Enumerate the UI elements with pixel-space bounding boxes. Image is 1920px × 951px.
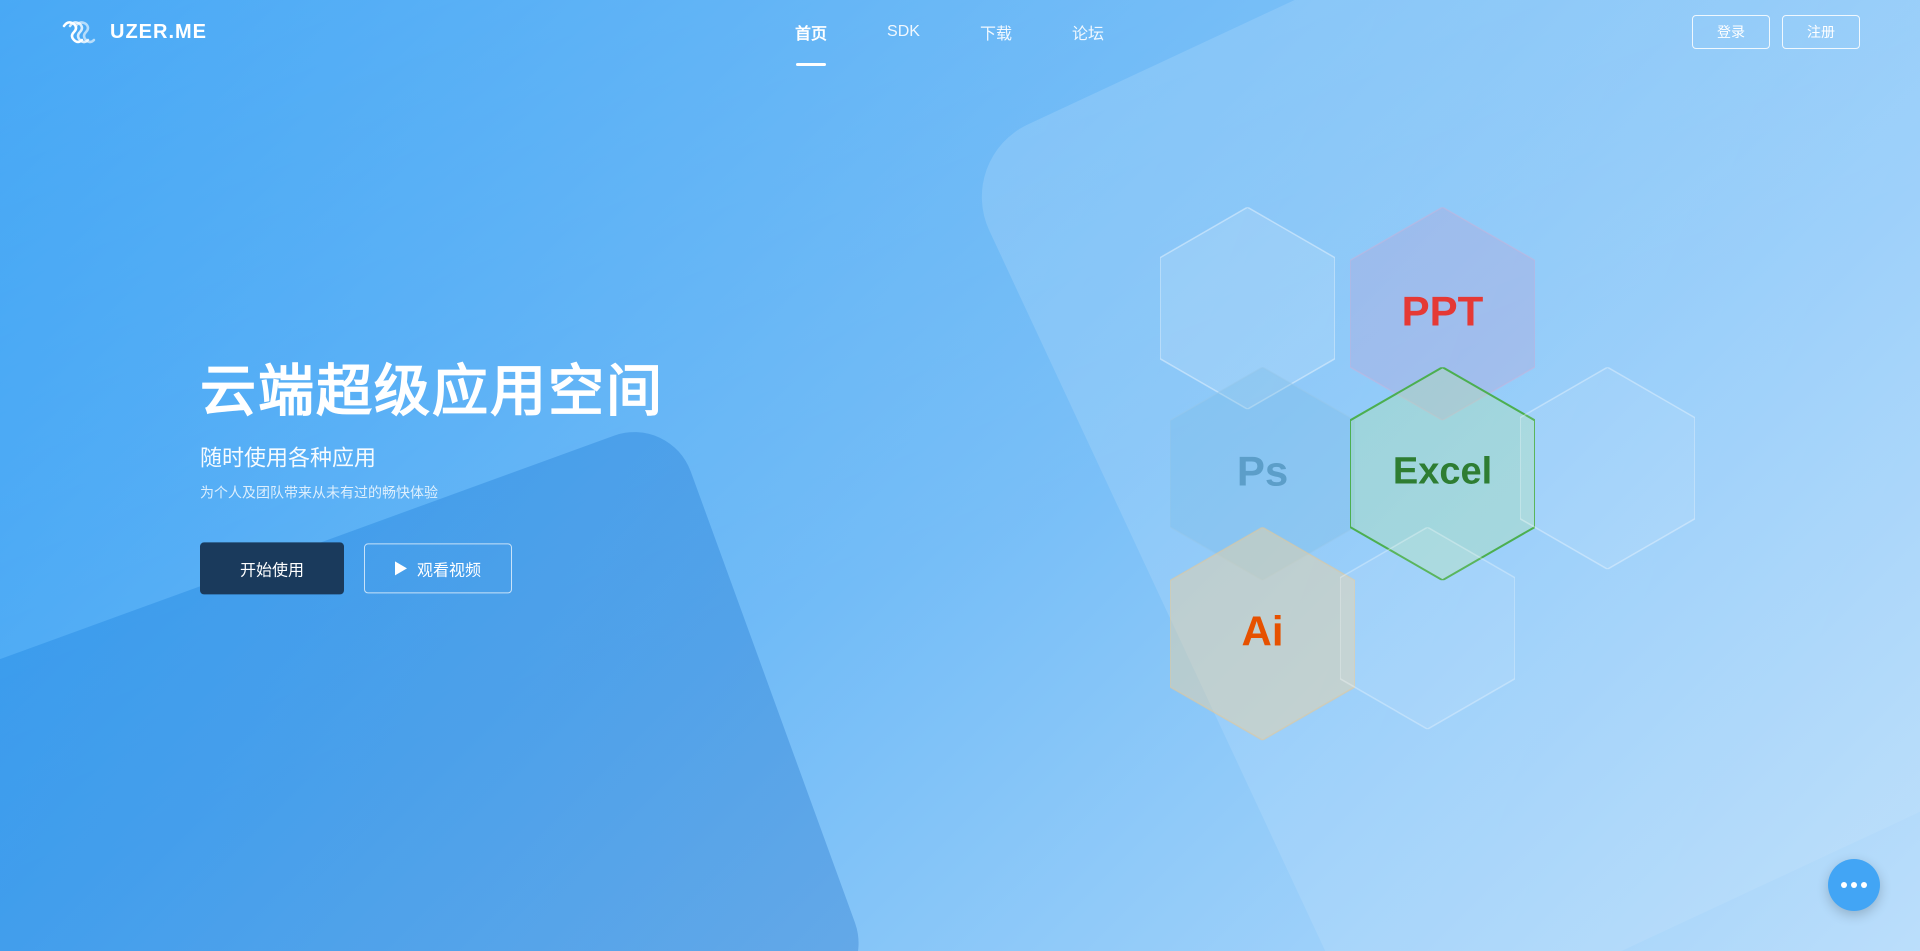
dot-2 bbox=[1851, 882, 1857, 888]
hero-section: UZER.ME 首页 SDK 下载 论坛 登录 注册 云端超级应用空间 随时使用… bbox=[0, 0, 1920, 951]
play-icon bbox=[395, 561, 407, 575]
logo-icon bbox=[60, 18, 100, 46]
chat-dots bbox=[1841, 882, 1867, 888]
excel-label: Excel bbox=[1393, 450, 1492, 493]
hero-buttons: 开始使用 观看视频 bbox=[200, 542, 664, 594]
logo-text: UZER.ME bbox=[110, 21, 207, 44]
nav-item-forum[interactable]: 论坛 bbox=[1072, 20, 1104, 44]
navbar: UZER.ME 首页 SDK 下载 论坛 登录 注册 bbox=[0, 0, 1920, 64]
nav-item-download[interactable]: 下载 bbox=[980, 20, 1012, 44]
hero-title: 云端超级应用空间 bbox=[200, 357, 664, 424]
hero-content: 云端超级应用空间 随时使用各种应用 为个人及团队带来从未有过的畅快体验 开始使用… bbox=[200, 357, 664, 594]
ai-label: Ai bbox=[1242, 607, 1284, 655]
ppt-label: PPT bbox=[1402, 287, 1484, 335]
dot-1 bbox=[1841, 882, 1847, 888]
hex-ai[interactable]: Ai bbox=[1170, 527, 1355, 745]
hex-grid: PPT Ps Excel Ai bbox=[1120, 207, 1740, 767]
register-button[interactable]: 注册 bbox=[1782, 15, 1860, 49]
hero-desc: 为个人及团队带来从未有过的畅快体验 bbox=[200, 482, 664, 502]
ps-label: Ps bbox=[1237, 447, 1288, 495]
nav-item-sdk[interactable]: SDK bbox=[887, 23, 920, 41]
video-button[interactable]: 观看视频 bbox=[364, 543, 512, 593]
start-button[interactable]: 开始使用 bbox=[200, 542, 344, 594]
hex-outline-bottom bbox=[1340, 527, 1515, 734]
nav-links: 首页 SDK 下载 论坛 bbox=[795, 20, 1104, 44]
logo[interactable]: UZER.ME bbox=[60, 18, 207, 46]
hex-outline-right bbox=[1520, 367, 1695, 574]
chat-bubble[interactable] bbox=[1828, 859, 1880, 911]
nav-actions: 登录 注册 bbox=[1692, 15, 1860, 49]
nav-item-home[interactable]: 首页 bbox=[795, 20, 827, 44]
login-button[interactable]: 登录 bbox=[1692, 15, 1770, 49]
dot-3 bbox=[1861, 882, 1867, 888]
hero-subtitle: 随时使用各种应用 bbox=[200, 440, 664, 472]
